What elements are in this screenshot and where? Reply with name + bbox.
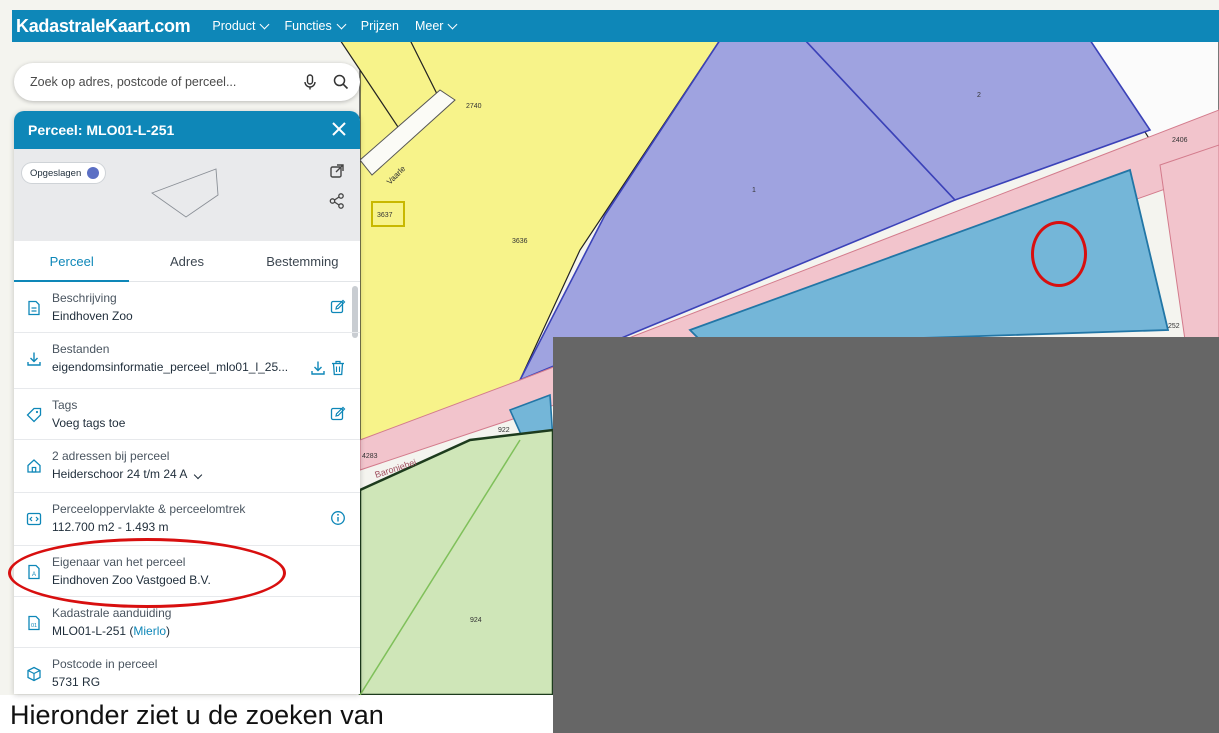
chevron-down-icon <box>193 470 203 480</box>
row-tags: Tags Voeg tags toe <box>14 389 360 440</box>
row-label: Bestanden <box>52 342 110 356</box>
row-beschrijving: Beschrijving Eindhoven Zoo <box>14 282 360 333</box>
nav-functies[interactable]: Functies <box>284 19 347 33</box>
row-kadastrale-aanduiding: 01 Kadastrale aanduiding MLO01-L-251 (Mi… <box>14 597 360 648</box>
saved-toggle[interactable]: Opgeslagen <box>22 163 106 183</box>
download-file-icon[interactable] <box>310 360 326 376</box>
svg-text:A: A <box>32 572 36 578</box>
chevron-down-icon <box>260 19 270 29</box>
nav-functies-label: Functies <box>284 19 332 33</box>
row-bestanden: Bestanden eigendomsinformatie_perceel_ml… <box>14 333 360 389</box>
close-icon[interactable] <box>332 122 346 136</box>
row-label: Kadastrale aanduiding <box>52 606 172 620</box>
map-label: 924 <box>470 617 482 624</box>
caption-text: Hieronder ziet u de zoeken van <box>10 700 384 730</box>
owner-link[interactable]: Eindhoven Zoo Vastgoed B.V. <box>52 573 211 587</box>
nav-meer[interactable]: Meer <box>414 19 458 33</box>
area-icon <box>26 512 42 526</box>
share-icon[interactable] <box>328 192 346 210</box>
top-navigation-bar: KadastraleKaart.com Product Functies Pri… <box>12 10 1219 42</box>
panel-header: Perceel: MLO01-L-251 <box>14 111 360 149</box>
home-icon <box>27 459 41 473</box>
panel-tabs: Perceel Adres Bestemming <box>14 241 360 282</box>
external-link-icon[interactable] <box>328 162 346 180</box>
brand-logo[interactable]: KadastraleKaart.com <box>16 16 191 37</box>
tab-bestemming[interactable]: Bestemming <box>245 241 360 281</box>
row-label: Postcode in perceel <box>52 657 158 671</box>
cadastre-code: MLO01-L-251 ( <box>52 624 134 638</box>
owner-document-icon: A <box>28 564 40 580</box>
address-dropdown[interactable]: Heiderschoor 24 t/m 24 A <box>52 467 203 481</box>
main-nav: Product Functies Prijzen Meer <box>212 19 458 33</box>
map-label: 252 <box>1168 323 1180 330</box>
add-tags-link[interactable]: Voeg tags toe <box>52 416 125 430</box>
map-label: 2740 <box>466 103 482 110</box>
cadastre-suffix: ) <box>166 624 171 638</box>
row-label: 2 adressen bij perceel <box>52 449 170 463</box>
row-label: Eigenaar van het perceel <box>52 555 186 569</box>
saved-dot-icon <box>87 167 100 179</box>
package-icon <box>27 666 41 682</box>
map-label: 2406 <box>1172 137 1188 144</box>
cadastre-icon: 01 <box>28 615 40 631</box>
parcel-preview: Opgeslagen <box>14 149 360 241</box>
trash-icon[interactable] <box>330 360 346 376</box>
municipality-link[interactable]: Mierlo <box>133 624 166 638</box>
nav-product-label: Product <box>212 19 256 33</box>
row-value: 5731 RG <box>52 675 101 689</box>
row-value: MLO01-L-251 (Mierlo) <box>52 624 170 638</box>
panel-title: Perceel: MLO01-L-251 <box>28 122 175 138</box>
chevron-down-icon <box>447 19 458 29</box>
row-label: Tags <box>52 398 78 412</box>
map-label: 3636 <box>512 238 528 245</box>
info-icon[interactable] <box>330 510 346 526</box>
nav-prijzen[interactable]: Prijzen <box>361 19 399 33</box>
map-label: 1 <box>752 187 756 194</box>
road-pink-right <box>1159 144 1219 341</box>
map-label: 3637 <box>377 212 393 219</box>
row-label: Perceeloppervlakte & perceelomtrek <box>52 502 246 516</box>
search-icon[interactable] <box>332 73 350 91</box>
row-adressen: 2 adressen bij perceel Heiderschoor 24 t… <box>14 440 360 493</box>
nav-prijzen-label: Prijzen <box>360 19 399 33</box>
tab-adres[interactable]: Adres <box>129 241 244 281</box>
map-label: 2 <box>977 92 981 99</box>
search-bar <box>14 63 360 101</box>
row-eigenaar: A Eigenaar van het perceel Eindhoven Zoo… <box>14 546 360 597</box>
edit-icon[interactable] <box>330 299 346 315</box>
row-oppervlakte: Perceeloppervlakte & perceelomtrek 112.7… <box>14 493 360 546</box>
map-label: 922 <box>498 427 510 434</box>
address-value: Heiderschoor 24 t/m 24 A <box>52 467 187 481</box>
search-input[interactable] <box>28 74 292 90</box>
microphone-icon[interactable] <box>301 73 319 91</box>
row-value: 112.700 m2 - 1.493 m <box>52 520 169 534</box>
svg-text:01: 01 <box>31 623 37 629</box>
row-label: Beschrijving <box>52 291 117 305</box>
tab-perceel[interactable]: Perceel <box>14 241 130 282</box>
parcel-shape-icon <box>151 168 219 218</box>
saved-label: Opgeslagen <box>30 167 82 179</box>
row-value: Eindhoven Zoo <box>52 309 133 323</box>
parcel-panel: Perceel: MLO01-L-251 Opgeslagen Perceel … <box>14 111 360 694</box>
redacted-area <box>553 337 1219 733</box>
map-label: 4283 <box>362 453 378 460</box>
document-icon <box>28 300 40 316</box>
nav-meer-label: Meer <box>414 19 444 33</box>
row-value[interactable]: eigendomsinformatie_perceel_mlo01_l_25..… <box>52 360 288 374</box>
tag-icon <box>26 407 42 423</box>
parcel-details-list[interactable]: Beschrijving Eindhoven Zoo Bestanden eig… <box>14 282 360 694</box>
edit-icon[interactable] <box>330 406 346 422</box>
nav-product[interactable]: Product <box>212 19 270 33</box>
row-postcode: Postcode in perceel 5731 RG <box>14 648 360 694</box>
download-icon <box>27 352 41 366</box>
chevron-down-icon <box>336 19 347 29</box>
